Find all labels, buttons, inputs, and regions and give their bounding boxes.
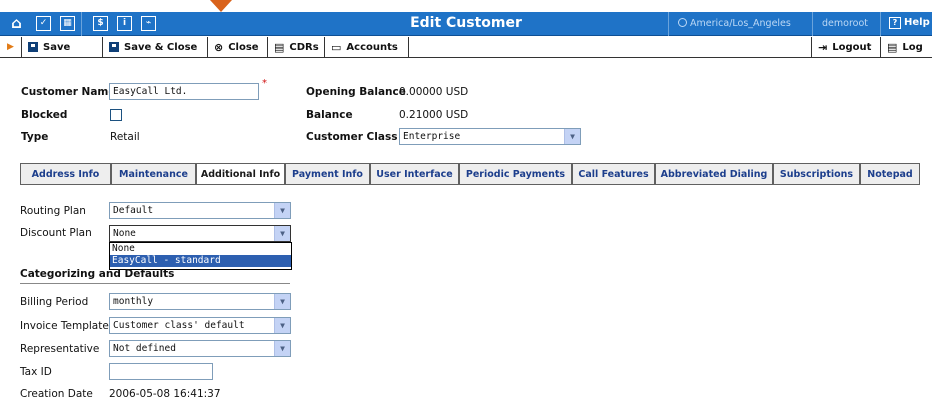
type-label: Type (21, 131, 49, 143)
help-link[interactable]: ? Help (889, 17, 930, 29)
type-value: Retail (110, 131, 140, 143)
routing-plan-select[interactable]: Default ▼ (109, 202, 291, 219)
timezone-link[interactable]: America/Los_Angeles (678, 18, 791, 29)
discount-plan-label: Discount Plan (20, 227, 92, 239)
log-button[interactable]: ▤ Log (881, 37, 932, 57)
tax-id-label: Tax ID (20, 366, 52, 378)
tax-id-input[interactable] (109, 363, 213, 380)
home-icon[interactable]: ⌂ (9, 16, 24, 31)
close-circle-icon: ⊗ (214, 40, 224, 54)
customer-class-value: Enterprise (403, 131, 461, 142)
title-bar: ⌂ ✓ ▦ $ i ⌁ Edit Customer America/Los_An… (0, 12, 932, 36)
representative-label: Representative (20, 343, 100, 355)
discount-option[interactable]: None (110, 243, 291, 255)
tab-user-interface[interactable]: User Interface (370, 163, 459, 184)
blocked-label: Blocked (21, 109, 68, 121)
customer-class-select[interactable]: Enterprise ▼ (399, 128, 581, 145)
invoice-template-label: Invoice Template (20, 320, 109, 332)
tab-maintenance[interactable]: Maintenance (111, 163, 196, 184)
required-mark: * (262, 78, 267, 89)
play-icon: ▶ (7, 42, 14, 52)
tab-periodic-payments[interactable]: Periodic Payments (459, 163, 572, 184)
pointer-marker (210, 0, 232, 12)
log-icon: ▤ (887, 40, 898, 54)
save-button[interactable]: Save (22, 37, 103, 57)
floppy-icon (109, 42, 119, 52)
section-divider (20, 283, 290, 284)
representative-select[interactable]: Not defined ▼ (109, 340, 291, 357)
clock-icon (678, 18, 687, 27)
tab-abbreviated-dialing[interactable]: Abbreviated Dialing (655, 163, 773, 184)
chart-icon[interactable]: ⌁ (141, 16, 156, 31)
accounts-button[interactable]: ▭ Accounts (325, 37, 409, 57)
close-button[interactable]: ⊗ Close (208, 37, 268, 57)
cdrs-label: CDRs (289, 41, 319, 53)
tab-additional-info[interactable]: Additional Info (196, 163, 285, 185)
chevron-down-icon[interactable]: ▼ (564, 129, 580, 144)
list-icon: ▤ (274, 40, 285, 54)
user-name[interactable]: demoroot (822, 18, 868, 29)
help-icon: ? (889, 17, 901, 29)
creation-date-value: 2006-05-08 16:41:37 (109, 388, 221, 400)
check-icon[interactable]: ✓ (36, 16, 51, 31)
timezone-text: America/Los_Angeles (690, 18, 791, 29)
grid-icon[interactable]: ▦ (60, 16, 75, 31)
save-label: Save (43, 41, 71, 53)
routing-plan-value: Default (113, 205, 154, 216)
dollar-icon[interactable]: $ (93, 16, 108, 31)
cdrs-button[interactable]: ▤ CDRs (268, 37, 325, 57)
header-divider (668, 12, 669, 36)
header-divider (812, 12, 813, 36)
logout-button[interactable]: ⇥ Logout (811, 37, 881, 57)
billing-period-label: Billing Period (20, 296, 89, 308)
creation-date-label: Creation Date (20, 388, 93, 400)
discount-plan-dropdown: None EasyCall - standard (109, 242, 292, 270)
tab-address-info[interactable]: Address Info (20, 163, 111, 184)
save-close-label: Save & Close (124, 41, 198, 53)
billing-period-value: monthly (113, 296, 154, 307)
discount-option-selected[interactable]: EasyCall - standard (110, 255, 291, 267)
chevron-down-icon[interactable]: ▼ (274, 226, 290, 241)
help-label: Help (904, 17, 930, 28)
expand-toggle[interactable]: ▶ (0, 37, 22, 57)
tab-call-features[interactable]: Call Features (572, 163, 655, 184)
discount-plan-value: None (113, 228, 136, 239)
tab-notepad[interactable]: Notepad (860, 163, 920, 184)
blocked-checkbox[interactable] (110, 109, 122, 121)
info-icon[interactable]: i (117, 16, 132, 31)
header-divider (880, 12, 881, 36)
accounts-label: Accounts (346, 41, 398, 53)
balance-value: 0.21000 USD (399, 109, 469, 121)
logout-icon: ⇥ (818, 40, 828, 54)
floppy-icon (28, 42, 38, 52)
chevron-down-icon[interactable]: ▼ (274, 203, 290, 218)
representative-value: Not defined (113, 343, 176, 354)
save-close-button[interactable]: Save & Close (103, 37, 208, 57)
close-label: Close (228, 41, 259, 53)
invoice-template-select[interactable]: Customer class' default ▼ (109, 317, 291, 334)
chevron-down-icon[interactable]: ▼ (274, 294, 290, 309)
tab-subscriptions[interactable]: Subscriptions (773, 163, 860, 184)
billing-period-select[interactable]: monthly ▼ (109, 293, 291, 310)
log-label: Log (902, 41, 923, 53)
invoice-template-value: Customer class' default (113, 320, 245, 331)
logout-label: Logout (832, 41, 872, 53)
header-divider (81, 12, 82, 36)
balance-label: Balance (306, 109, 353, 121)
chevron-down-icon[interactable]: ▼ (274, 341, 290, 356)
opening-balance-value: 0.00000 USD (399, 86, 469, 98)
tab-baseline (20, 184, 920, 185)
customer-name-input[interactable]: EasyCall Ltd. (109, 83, 259, 100)
customer-name-label: Customer Name (21, 86, 116, 98)
routing-plan-label: Routing Plan (20, 205, 86, 217)
discount-plan-select[interactable]: None ▼ (109, 225, 291, 242)
section-title: Categorizing and Defaults (20, 268, 175, 280)
opening-balance-label: Opening Balance (306, 86, 406, 98)
toolbar: ▶ Save Save & Close ⊗ Close ▤ CDRs ▭ Accoun… (0, 37, 932, 58)
tab-payment-info[interactable]: Payment Info (285, 163, 370, 184)
customer-class-label: Customer Class (306, 131, 398, 143)
chevron-down-icon[interactable]: ▼ (274, 318, 290, 333)
accounts-icon: ▭ (331, 40, 342, 54)
page-title: Edit Customer (410, 15, 522, 31)
